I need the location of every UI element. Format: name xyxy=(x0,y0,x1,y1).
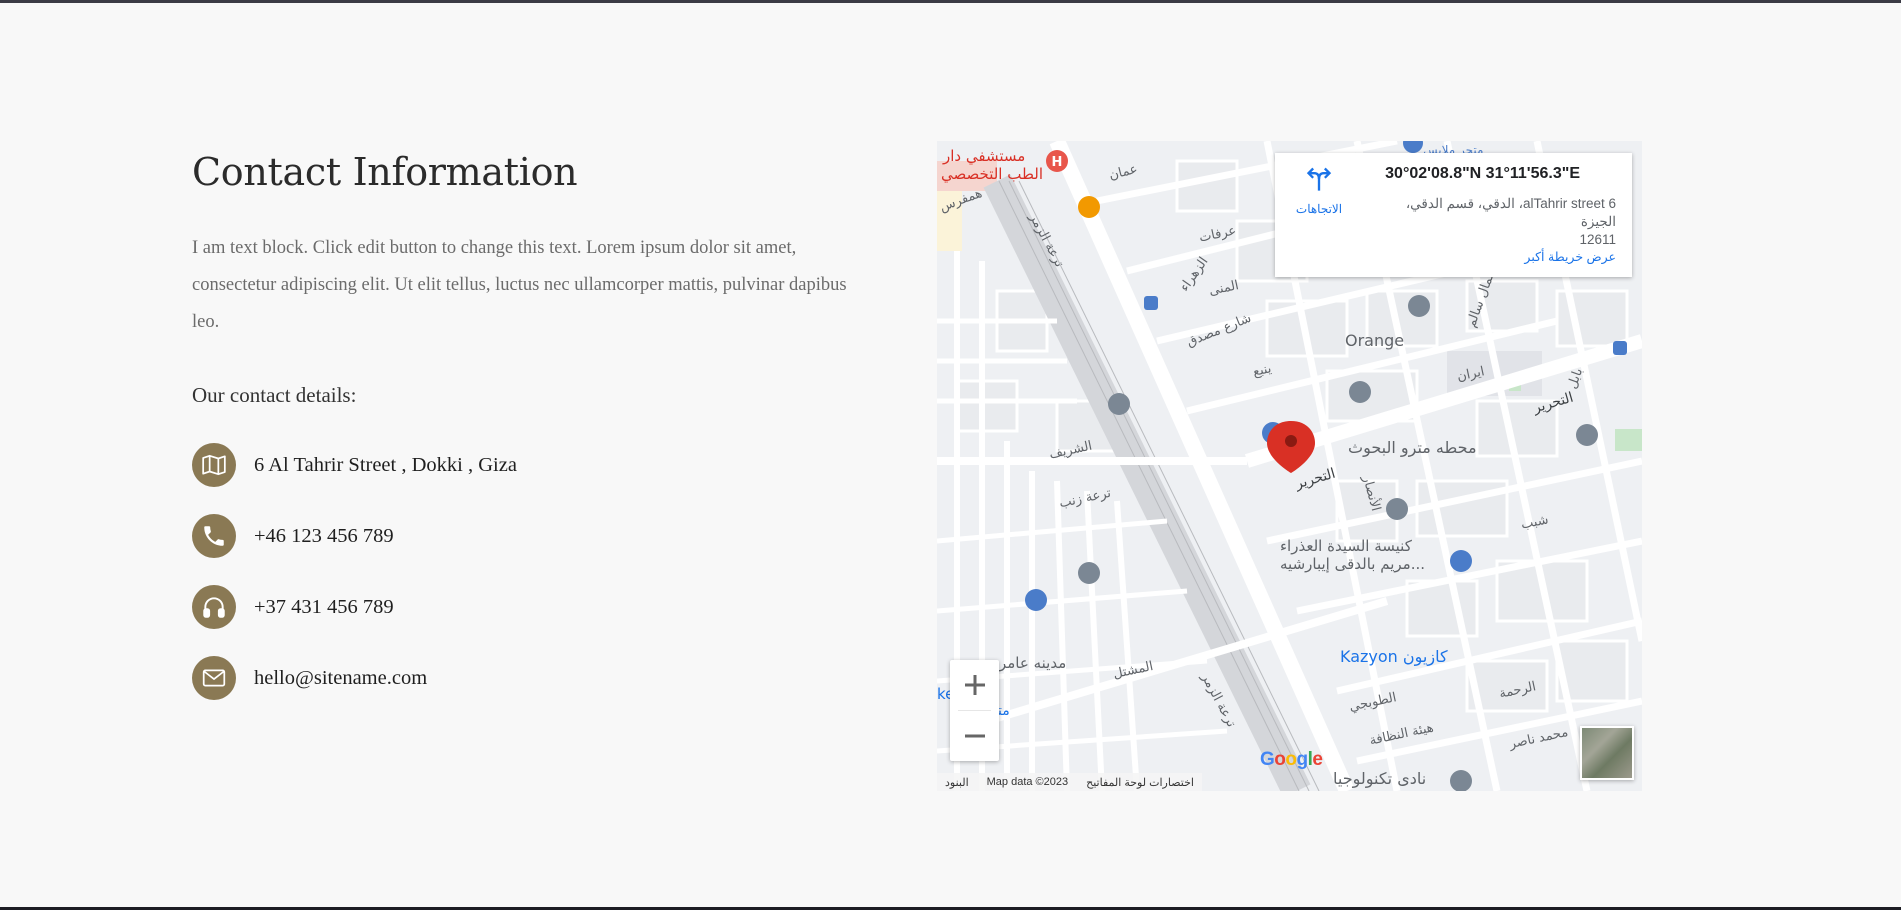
map-label-metro: محطه مترو البحوث xyxy=(1348,438,1477,457)
map-coordinates: 30°02'08.8"N 31°11'56.3"E xyxy=(1385,165,1580,182)
contact-section: Contact Information I am text block. Cli… xyxy=(192,150,872,726)
phone-item: +46 123 456 789 xyxy=(192,513,872,559)
google-logo-letter: G xyxy=(1260,749,1275,770)
map-info-card: الاتجاهات 30°02'08.8"N 31°11'56.3"E 6 al… xyxy=(1275,153,1632,277)
address-item: 6 Al Tahrir Street , Dokki , Giza xyxy=(192,442,872,488)
map-label-kazyon: Kazyon كازيون xyxy=(1340,647,1448,666)
map-label-hospital: مستشفي دار xyxy=(943,147,1026,165)
email-text[interactable]: hello@sitename.com xyxy=(254,667,427,690)
directions-icon xyxy=(1306,167,1332,191)
support-phone-item: +37 431 456 789 xyxy=(192,584,872,630)
support-phone-text[interactable]: +37 431 456 789 xyxy=(254,596,394,619)
zoom-controls xyxy=(950,660,999,761)
google-logo-letter: o xyxy=(1274,749,1286,770)
terms-link[interactable]: البنود xyxy=(945,776,969,789)
google-logo-letter: e xyxy=(1312,749,1323,770)
intro-text: I am text block. Click edit button to ch… xyxy=(192,238,847,332)
google-logo: Google xyxy=(1260,749,1323,771)
map-address: 6 alTahrir street، الدقي، قسم الدقي، الج… xyxy=(1386,195,1616,249)
google-logo-letter: o xyxy=(1285,749,1297,770)
view-larger-map-link[interactable]: عرض خريطة أكبر xyxy=(1524,249,1616,264)
minus-icon xyxy=(964,734,985,738)
plus-icon xyxy=(964,675,985,695)
map-label-nady: نادى تكنولوجيا xyxy=(1333,769,1427,788)
directions-button[interactable]: الاتجاهات xyxy=(1285,165,1353,216)
keyboard-shortcuts-link[interactable]: اختصارات لوحة المفاتيح xyxy=(1086,776,1194,789)
zoom-in-button[interactable] xyxy=(950,660,999,710)
google-logo-letter: g xyxy=(1296,749,1309,770)
satellite-view-toggle[interactable] xyxy=(1580,726,1634,780)
map-attribution: البنود Map data ©2023 اختصارات لوحة المف… xyxy=(937,773,1202,791)
headphones-icon xyxy=(192,585,236,629)
page-title: Contact Information xyxy=(192,150,578,194)
top-divider xyxy=(0,0,1901,3)
phone-text[interactable]: +46 123 456 789 xyxy=(254,525,394,548)
map-address-line-1: 6 alTahrir street، الدقي، قسم الدقي، الج… xyxy=(1405,196,1616,229)
directions-label: الاتجاهات xyxy=(1295,202,1343,216)
map-address-line-2: 12611 xyxy=(1579,232,1616,247)
map-label-orange: Orange xyxy=(1345,331,1405,350)
contact-details-list: 6 Al Tahrir Street , Dokki , Giza +46 12… xyxy=(192,442,872,701)
map-label-church-1: كنيسة السيدة العذراء xyxy=(1280,537,1412,555)
phone-icon xyxy=(192,514,236,558)
email-item: hello@sitename.com xyxy=(192,655,872,701)
map-label-church-2: مريم بالدقى إيبارشيه... xyxy=(1280,555,1425,573)
zoom-out-button[interactable] xyxy=(950,711,999,761)
envelope-icon xyxy=(192,656,236,700)
svg-text:H: H xyxy=(1052,155,1063,170)
details-heading: Our contact details: xyxy=(192,383,357,407)
address-text: 6 Al Tahrir Street , Dokki , Giza xyxy=(254,453,517,476)
embedded-map[interactable]: H مستشفي دار الطب التخصصي متجر ملابس عما… xyxy=(937,141,1642,791)
map-label-madina: مدينه عامر xyxy=(999,654,1067,672)
map-data-credit: Map data ©2023 xyxy=(986,776,1069,788)
map-label-hospital-2: الطب التخصصي xyxy=(941,165,1044,183)
map-icon xyxy=(192,443,236,487)
